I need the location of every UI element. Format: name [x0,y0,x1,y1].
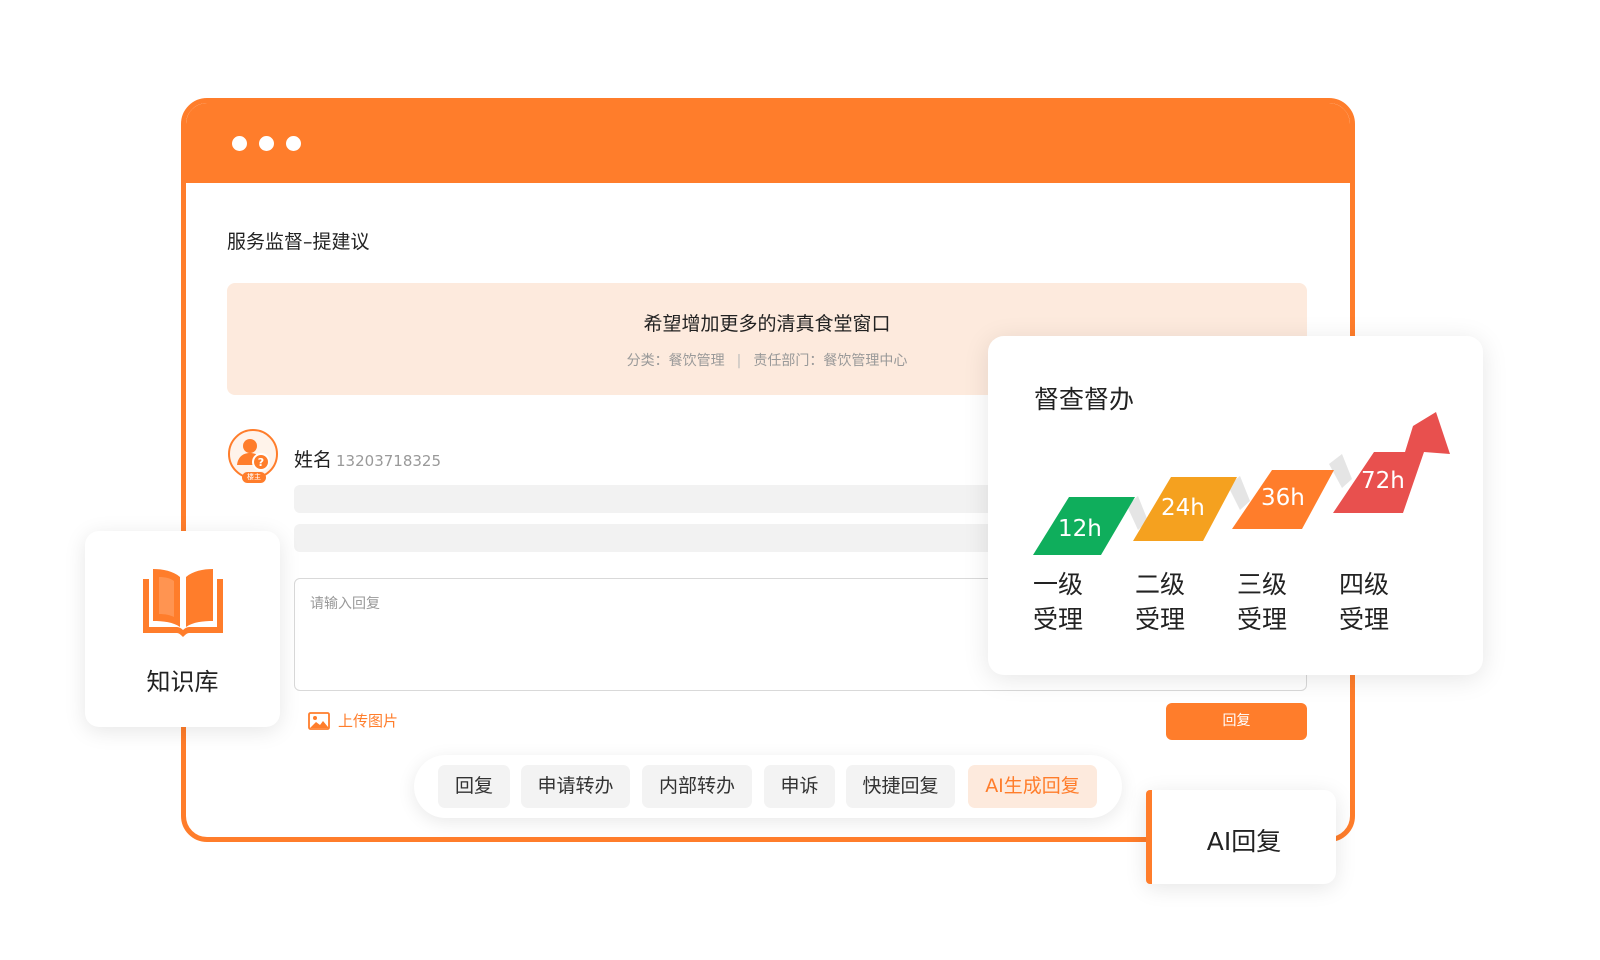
reply-action-button[interactable]: 回复 [438,765,510,808]
user-icon: ? [237,439,270,471]
avatar-tag: 楼主 [242,472,266,483]
user-phone: 13203718325 [336,452,441,470]
internal-transfer-button[interactable]: 内部转办 [642,765,752,808]
appeal-button[interactable]: 申诉 [764,765,835,808]
window-titlebar [186,103,1350,183]
user-name: 姓名 [294,449,333,471]
step-1-time: 12h [1058,516,1102,542]
step-1-label: 一级 受理 [1033,567,1083,637]
step-2-label: 二级 受理 [1135,567,1185,637]
step-level: 四级 [1339,570,1390,599]
avatar[interactable]: ? 楼主 [228,429,278,483]
book-icon [143,569,223,637]
meta-separator: | [736,353,742,369]
step-action: 受理 [1339,605,1390,634]
ai-reply-card[interactable]: AI回复 [1146,790,1336,884]
quick-reply-button[interactable]: 快捷回复 [846,765,955,808]
ai-generate-reply-button[interactable]: AI生成回复 [968,765,1097,808]
step-3-label: 三级 受理 [1237,567,1287,637]
step-3-time: 36h [1261,485,1305,511]
reply-placeholder: 请输入回复 [310,596,380,612]
upload-label: 上传图片 [338,712,399,730]
page-title: 服务监督–提建议 [227,231,370,253]
window-dot-icon [232,136,247,151]
svg-text:?: ? [258,456,264,469]
action-bar: 回复 申请转办 内部转办 申诉 快捷回复 AI生成回复 [414,755,1122,818]
reply-button[interactable]: 回复 [1166,703,1307,740]
suggestion-category: 分类：餐饮管理 [626,353,725,369]
step-level: 一级 [1033,570,1084,599]
suggestion-title: 希望增加更多的清真食堂窗口 [643,313,891,335]
step-level: 三级 [1237,570,1288,599]
step-action: 受理 [1237,605,1288,634]
step-level: 二级 [1135,570,1186,599]
knowledge-base-card[interactable]: 知识库 [85,531,280,727]
step-action: 受理 [1135,605,1186,634]
apply-transfer-button[interactable]: 申请转办 [521,765,630,808]
step-4-label: 四级 受理 [1339,567,1389,637]
step-2-time: 24h [1161,495,1205,521]
image-icon [308,711,330,730]
suggestion-department: 责任部门：餐饮管理中心 [753,353,908,369]
step-4-arrow [1333,412,1450,513]
step-4-time: 72h [1361,468,1405,494]
ai-reply-label: AI回复 [1206,827,1282,856]
supervision-card: 督查督办 12h 24h 36h 72h 一级 受理 二级 受理 三级 受理 四级 受理 [988,336,1483,675]
step-action: 受理 [1033,605,1084,634]
window-dot-icon [259,136,274,151]
window-dot-icon [286,136,301,151]
user-info: 姓名 13203718325 [294,445,441,472]
upload-image-button[interactable]: 上传图片 [308,710,398,731]
knowledge-base-label: 知识库 [146,668,219,696]
